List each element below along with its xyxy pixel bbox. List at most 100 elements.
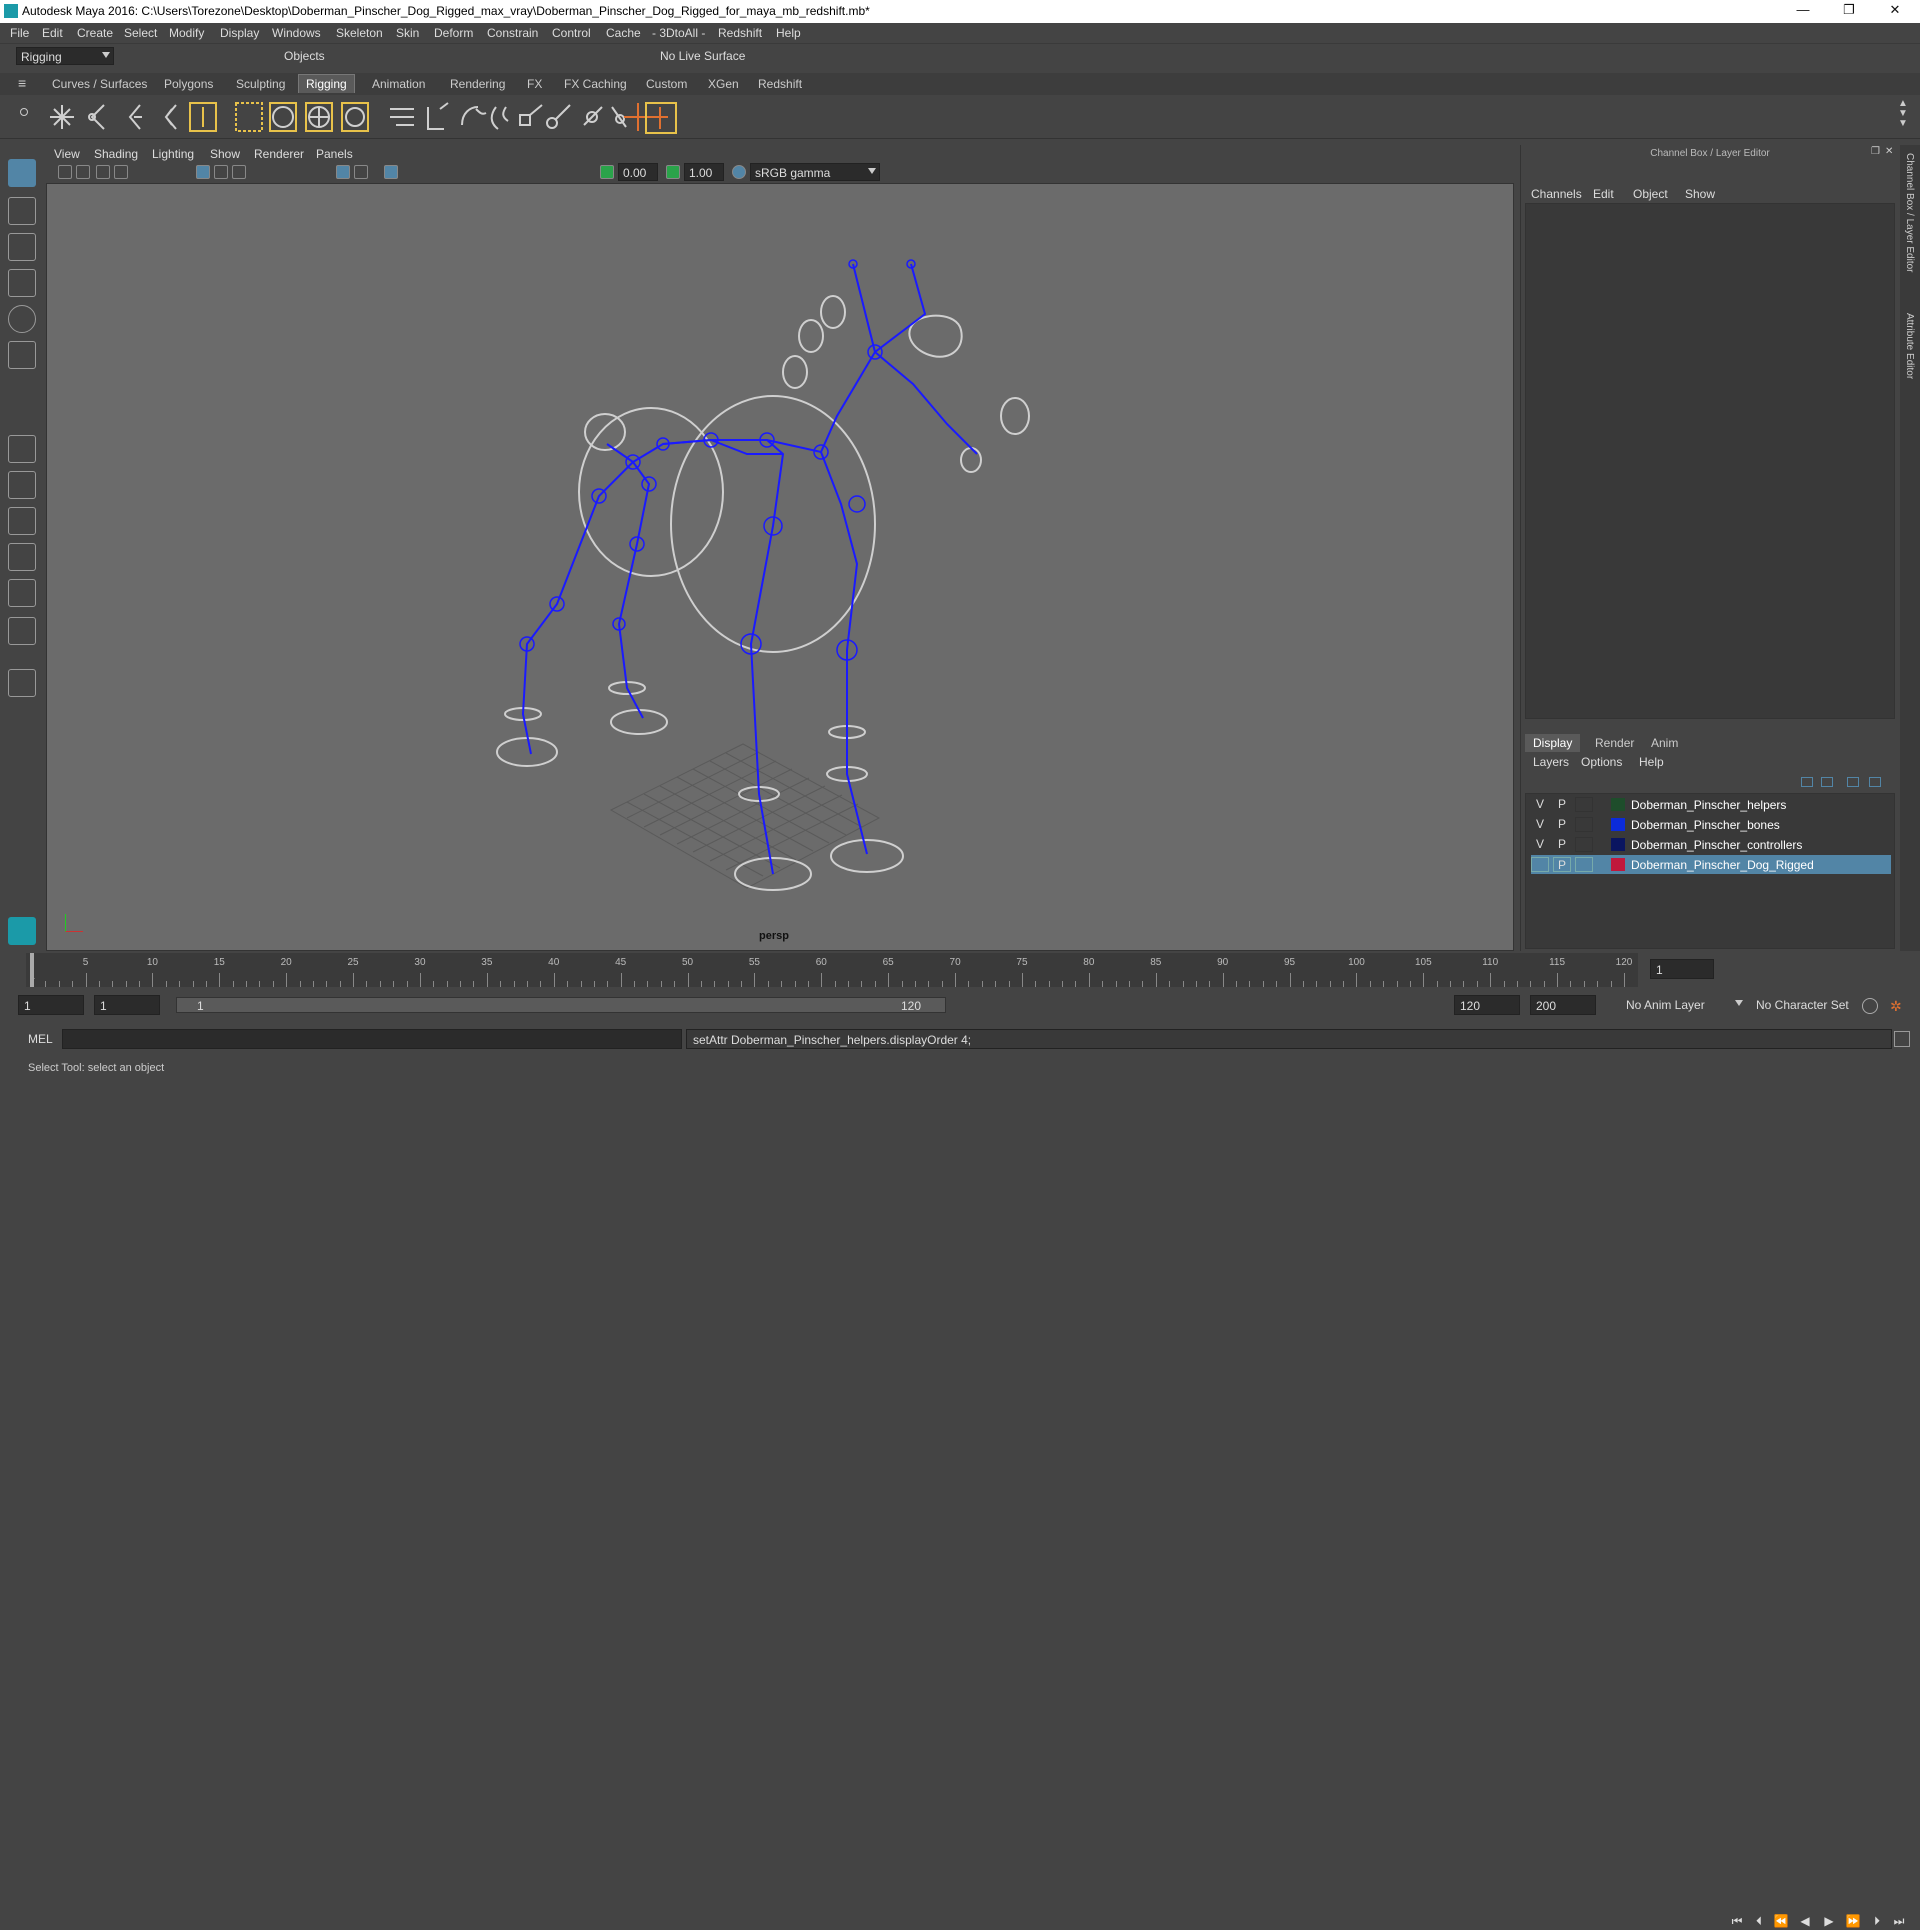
persp-graph-layout-icon[interactable] [8, 543, 36, 571]
custom-layout-icon[interactable] [8, 669, 36, 697]
anim-layer-selector[interactable]: No Anim Layer [1622, 996, 1746, 1014]
close-button[interactable]: ✕ [1880, 2, 1910, 20]
gamma-field[interactable]: 1.00 [684, 163, 724, 181]
color-management-icon[interactable] [732, 165, 746, 179]
mode-selector[interactable]: Rigging [16, 47, 114, 65]
influence-icon[interactable] [341, 102, 369, 132]
exposure-field[interactable]: 0.00 [618, 163, 658, 181]
side-tab-channel-box[interactable]: Channel Box / Layer Editor [1904, 153, 1915, 273]
playback-end-field[interactable]: 120 [1454, 995, 1520, 1015]
current-frame-field[interactable]: 1 [1650, 959, 1714, 979]
tab-rendering[interactable]: Rendering [450, 77, 505, 91]
four-view-layout-icon[interactable] [8, 471, 36, 499]
current-time-marker[interactable] [30, 953, 34, 987]
go-to-start-icon[interactable]: ⏮ [1728, 1914, 1746, 1930]
orient-joint-icon[interactable] [164, 104, 177, 130]
scale-tool-icon[interactable] [8, 341, 36, 369]
step-back-frame-icon[interactable]: ⏪ [1772, 1914, 1790, 1930]
shelf-menu-icon[interactable]: ≡ [18, 75, 26, 91]
layer-visibility-toggle[interactable]: V [1531, 817, 1549, 832]
panel-menu-shading[interactable]: Shading [94, 147, 138, 161]
layer-row[interactable]: V P Doberman_Pinscher_bones [1531, 815, 1891, 834]
menu-select[interactable]: Select [124, 26, 157, 40]
smooth-shade-icon[interactable] [354, 165, 368, 179]
smooth-bind-icon[interactable] [269, 102, 297, 132]
panel-menu-panels[interactable]: Panels [316, 147, 353, 161]
lasso-tool-icon[interactable] [8, 197, 36, 225]
script-language-label[interactable]: MEL [28, 1032, 53, 1046]
tab-curves-surfaces[interactable]: Curves / Surfaces [52, 77, 147, 91]
perspective-viewport[interactable]: persp [46, 183, 1514, 951]
layer-playback-toggle[interactable]: P [1553, 857, 1571, 872]
shelf-scroll-icon[interactable]: ▲ ▼ ▼ [1898, 99, 1908, 129]
layer-row[interactable]: V P Doberman_Pinscher_controllers [1531, 835, 1891, 854]
cb-menu-object[interactable]: Object [1633, 187, 1668, 201]
rotate-tool-icon[interactable] [8, 305, 36, 333]
cluster-icon[interactable] [390, 108, 414, 126]
constraint-aim-icon[interactable] [611, 106, 627, 128]
menu-windows[interactable]: Windows [272, 26, 321, 40]
layer-menu-help[interactable]: Help [1639, 755, 1664, 769]
layer-playback-toggle[interactable]: P [1553, 837, 1571, 852]
layer-color-swatch[interactable] [1611, 798, 1625, 811]
layer-visibility-toggle[interactable]: V [1531, 837, 1549, 852]
layer-visibility-toggle[interactable] [1531, 857, 1549, 872]
outliner-layout-icon[interactable] [8, 579, 36, 607]
live-surface-label[interactable]: No Live Surface [660, 49, 745, 63]
camera-attributes-icon[interactable] [76, 165, 90, 179]
menu-help[interactable]: Help [776, 26, 801, 40]
menu-skin[interactable]: Skin [396, 26, 419, 40]
layer-visibility-toggle[interactable]: V [1531, 797, 1549, 812]
wire-deformer-icon[interactable] [461, 106, 487, 126]
cb-menu-channels[interactable]: Channels [1531, 187, 1582, 201]
shelf-options-icon[interactable] [20, 108, 28, 116]
playback-start-field[interactable]: 1 [94, 995, 160, 1015]
tab-redshift[interactable]: Redshift [758, 77, 802, 91]
exposure-icon[interactable] [600, 165, 614, 179]
neck-controller-1[interactable] [798, 319, 824, 353]
panel-menu-renderer[interactable]: Renderer [254, 147, 304, 161]
wireframe-icon[interactable] [336, 165, 350, 179]
play-backwards-icon[interactable]: ◀ [1796, 1914, 1814, 1930]
layer-name[interactable]: Doberman_Pinscher_Dog_Rigged [1631, 858, 1814, 872]
hind-right-paw-controller[interactable] [830, 839, 904, 873]
menu-skeleton[interactable]: Skeleton [336, 26, 383, 40]
insert-joint-icon[interactable] [88, 104, 105, 130]
persp-outliner-layout-icon[interactable] [8, 507, 36, 535]
cb-menu-show[interactable]: Show [1685, 187, 1715, 201]
menu-modify[interactable]: Modify [169, 26, 204, 40]
script-editor-icon[interactable] [1894, 1031, 1910, 1047]
tab-fx[interactable]: FX [527, 77, 542, 91]
menu-file[interactable]: File [10, 26, 29, 40]
paint-select-tool-icon[interactable] [8, 233, 36, 261]
move-tool-icon[interactable] [8, 269, 36, 297]
maximize-button[interactable]: ❐ [1834, 2, 1864, 20]
selection-mode-selector[interactable]: Objects [280, 47, 380, 65]
tab-anim[interactable]: Anim [1643, 734, 1686, 752]
front-right-paw-controller[interactable] [610, 709, 668, 735]
bind-skin-icon[interactable] [235, 102, 263, 132]
channel-list-area[interactable] [1525, 203, 1895, 719]
tail-controller[interactable] [584, 413, 626, 451]
hypershade-layout-icon[interactable] [8, 617, 36, 645]
animation-start-field[interactable]: 1 [18, 995, 84, 1015]
panel-menu-view[interactable]: View [54, 147, 80, 161]
cb-menu-edit[interactable]: Edit [1593, 187, 1614, 201]
layer-menu-layers[interactable]: Layers [1533, 755, 1569, 769]
character-set-selector[interactable]: No Character Set [1752, 996, 1870, 1014]
layer-name[interactable]: Doberman_Pinscher_helpers [1631, 798, 1786, 812]
go-to-end-icon[interactable]: ⏭ [1890, 1914, 1908, 1930]
new-empty-layer-icon[interactable] [1847, 777, 1859, 787]
constraint-point-icon[interactable] [583, 106, 603, 126]
menu-3dtoall[interactable]: - 3DtoAll - [652, 26, 705, 40]
layer-name[interactable]: Doberman_Pinscher_controllers [1631, 838, 1802, 852]
layer-color-swatch[interactable] [1611, 838, 1625, 851]
rig-controllers[interactable] [496, 295, 1030, 891]
step-back-key-icon[interactable]: ⏴ [1750, 1914, 1768, 1930]
tab-rigging[interactable]: Rigging [298, 74, 355, 93]
film-gate-icon[interactable] [214, 165, 228, 179]
menu-cache[interactable]: Cache [606, 26, 641, 40]
create-joints-icon[interactable] [50, 105, 74, 129]
new-layer-selected-icon[interactable] [1869, 777, 1881, 787]
front-left-paw-controller[interactable] [496, 737, 558, 767]
